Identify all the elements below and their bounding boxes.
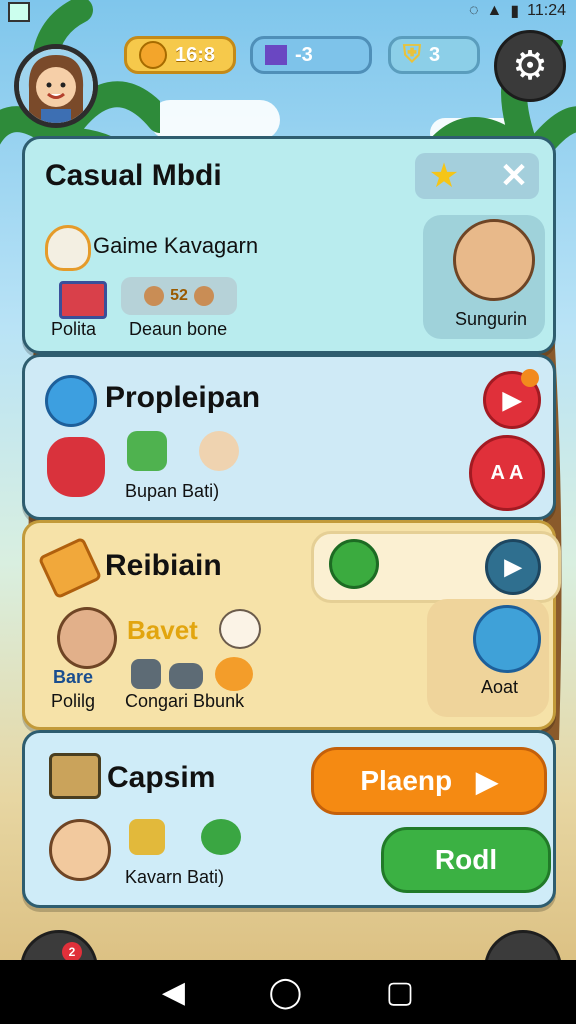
game-mode-card-propleipan[interactable]: Propleipan Bupan Bati) ▶ A A [22,354,556,520]
dog-character-icon [453,219,535,301]
cat-icon [219,609,261,649]
coin-value: 16:8 [175,43,216,66]
shield-counter[interactable]: ⛨ 3 [388,36,480,74]
character-badge: Bare [53,667,94,687]
green-orb-icon [329,539,379,589]
feature-label: Aoat [481,677,519,697]
fox-character-icon [49,819,111,881]
card-title: Casual Mbdi [45,159,222,192]
bear-icon [215,657,253,691]
box-icon [473,605,541,673]
top-bar: 16:8 -3 ⛨ 3 ⚙ [0,22,576,132]
items-label: Kavarn Bati) [125,867,225,887]
nav-back-icon[interactable]: ◀ [162,975,185,1010]
coin-counter[interactable]: 16:8 [124,36,236,74]
item-label: Deaun bone [129,319,228,339]
gem-value: -3 [295,43,313,66]
play-icon: ▶ [476,765,498,797]
gear-icon: ⚙ [512,44,548,88]
cat-icon [169,663,203,689]
card-title: Propleipan [105,381,261,414]
item-label: Polilg [51,691,96,711]
card-title: Capsim [107,761,216,794]
coin-icon [139,41,167,69]
chest-icon [49,753,101,799]
ready-label: Rodl [434,844,498,875]
flag-icon [265,45,287,65]
heart-gem-icon [47,437,105,497]
avatar-face-icon [19,49,93,123]
pets-badge: 52 [121,277,237,315]
play-label: Plaenp [360,765,453,796]
frog-icon [201,819,241,855]
pet-icon [144,286,165,306]
pets-count: 52 [170,287,188,304]
trophy-icon [127,431,167,471]
item-label: Congari Bbunk [125,691,245,711]
notification-badge: 2 [62,942,82,962]
book-icon [59,281,107,319]
trophy-icon [129,819,165,855]
globe-icon [45,375,97,427]
notification-dot [521,369,539,387]
card-title: Reibiain [105,549,222,582]
items-label: Bupan Bati) [125,481,220,501]
gem-counter[interactable]: -3 [250,36,372,74]
item-label: Polita [51,319,97,339]
nav-home-icon[interactable]: ◯ [269,975,303,1010]
ready-button[interactable]: Rodl [381,827,551,893]
shield-icon: ⛨ [403,41,421,68]
nav-recents-icon[interactable]: ▢ [386,975,414,1010]
status-time: 11:24 [527,2,566,19]
pet-icon [193,286,214,306]
signal-icon: ▲ [486,2,503,19]
player-avatar[interactable] [14,44,98,128]
wifi-icon: ◌ [468,2,479,19]
bear-character-icon [57,607,117,669]
ticket-icon [37,536,103,600]
system-nav-bar: ◀ ◯ ▢ [0,960,576,1024]
game-mode-card-casual[interactable]: Casual Mbdi ★ ✕ Gaime Kavagarn Polita 52… [22,136,556,354]
robot-icon [131,659,161,689]
shield-value: 3 [429,43,441,66]
character-icon [199,431,239,471]
card-subtitle: Gaime Kavagarn [93,233,259,258]
settings-button[interactable]: ⚙ [494,30,566,102]
status-bar: ◌ ▲ ▮ 11:24 [0,0,576,22]
yellow-label: Bavet [127,615,198,645]
play-now-button[interactable]: Plaenp ▶ [311,747,547,815]
game-mode-card-capsim[interactable]: Capsim Kavarn Bati) Plaenp ▶ Rodl [22,730,556,908]
battery-icon: ▮ [510,3,520,20]
team-button[interactable]: A A [469,435,545,511]
game-mode-card-reibiain[interactable]: Reibiain ▶ Bare Polilg Bavet Congari Bbu… [22,520,561,730]
play-button[interactable]: ▶ [485,539,541,595]
close-icon[interactable]: ✕ [495,157,533,195]
notification-icon [8,2,30,22]
sack-icon [45,225,91,271]
star-icon[interactable]: ★ [425,157,463,195]
character-label: Sungurin [455,309,528,329]
